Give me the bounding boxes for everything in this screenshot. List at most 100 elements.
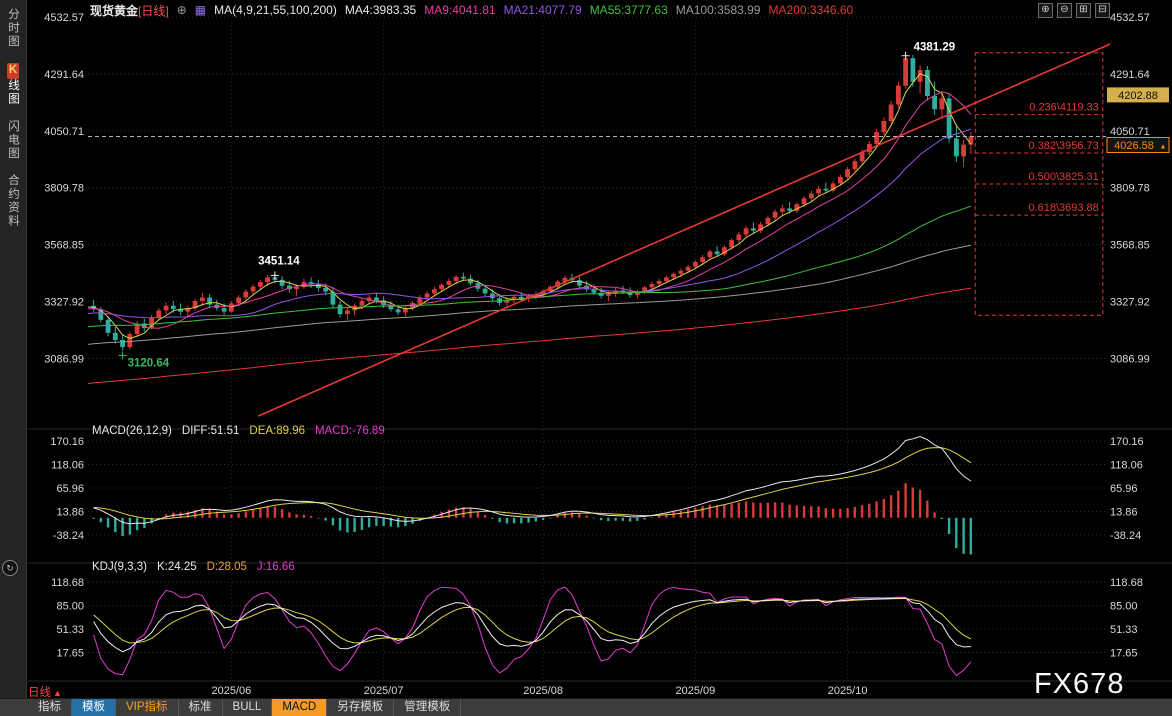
axis-label: 51.33 — [56, 624, 84, 636]
attach-icon[interactable]: ⊕ — [177, 3, 187, 17]
period-tag[interactable]: [日线] — [138, 2, 169, 19]
ma200-line — [88, 287, 971, 385]
sidebar-item-kline-chart[interactable]: K线图 — [5, 62, 21, 106]
tab-manage-template[interactable]: 管理模板 — [394, 699, 462, 716]
axis-label: 4291.64 — [44, 69, 84, 81]
x-axis-label: 2025/07 — [364, 685, 404, 697]
gold-badge-label: 4202.88 — [1118, 90, 1158, 102]
macd-legend: MACD(26,12,9) DIFF:51.51 DEA:89.96 MACD:-76… — [92, 425, 385, 437]
zoom-out-icon[interactable]: ⊖ — [1057, 3, 1072, 18]
tab-templates[interactable]: 模板 — [72, 699, 116, 716]
x-axis-label: 2025/08 — [523, 685, 563, 697]
candlesticks-layer — [91, 52, 974, 351]
fib-label: 0.236\4119.33 — [1029, 102, 1099, 114]
macd-legend-item-0: MACD(26,12,9) — [92, 425, 172, 437]
tab-save-template[interactable]: 另存模板 — [327, 699, 395, 716]
gridlines — [28, 16, 1172, 682]
axis-label: 4532.57 — [1110, 12, 1150, 24]
macd-legend-item-3: MACD:-76.89 — [315, 425, 385, 437]
ma100-line — [88, 244, 972, 345]
x-axis-label: 2025/06 — [212, 685, 252, 697]
up-arrow-icon: ▲ — [1160, 144, 1167, 151]
kdj-panel — [93, 586, 972, 677]
axis-label: 4050.71 — [44, 126, 84, 138]
tab-standard[interactable]: 标准 — [179, 699, 223, 716]
axis-label: 65.96 — [1110, 483, 1138, 495]
tab-indicators[interactable]: 指标 — [28, 699, 72, 716]
last-price-label: 4026.58 — [1114, 140, 1154, 152]
fib-label: 0.382\3956.73 — [1028, 140, 1098, 152]
ma-value-0: MA4:3983.35 — [344, 3, 417, 17]
kdj-legend-item-2: D:28.05 — [206, 561, 247, 573]
axis-label: 3327.92 — [44, 297, 84, 309]
ma9-line — [88, 91, 972, 329]
swing-low-label: 3120.64 — [128, 358, 170, 370]
axis-label: 65.96 — [56, 483, 84, 495]
axis-label: 85.00 — [1110, 601, 1138, 613]
axis-label: 3327.92 — [1110, 297, 1150, 309]
chart-header: 现货黄金 [日线] ⊕ ▦ MA(4,9,21,55,100,200) MA4:… — [90, 1, 853, 19]
axis-label: 51.33 — [1110, 624, 1138, 636]
axis-label: 118.06 — [51, 460, 84, 472]
macd-legend-item-1: DIFF:51.51 — [181, 425, 240, 437]
axis-label: 170.16 — [50, 436, 84, 448]
axis-label: 3568.85 — [1110, 240, 1150, 252]
axis-label: 3086.99 — [44, 353, 84, 365]
axis-label: 85.00 — [56, 601, 84, 613]
dea-line — [93, 447, 972, 520]
tab-macd[interactable]: MACD — [272, 699, 328, 716]
kdj-legend: KDJ(9,3,3) K:24.25 D:28.05 J:16.66 — [92, 561, 295, 573]
axis-label: -38.24 — [53, 530, 84, 542]
trendline — [257, 43, 1111, 417]
axis-label: 118.68 — [1110, 577, 1143, 589]
ma4-line — [88, 73, 972, 340]
axis-label: 4050.71 — [1110, 126, 1150, 138]
axis-label: 13.86 — [56, 507, 84, 519]
axis-label: 3568.85 — [44, 240, 84, 252]
tab-bull[interactable]: BULL — [223, 699, 273, 716]
ma-legend: MA4:3983.35 MA9:4041.81 MA21:4077.79 MA55:3… — [345, 3, 853, 17]
grid-layout-icon[interactable]: ⊞ — [1076, 3, 1091, 18]
main-panel — [88, 43, 1111, 417]
indicator-icon[interactable]: ▦ — [195, 3, 206, 17]
axis-label: 3809.78 — [44, 183, 84, 195]
x-axis-label: 2025/09 — [676, 685, 716, 697]
axis-label: -38.24 — [1110, 530, 1141, 542]
ma-value-4: MA100:3583.99 — [675, 3, 761, 17]
window-controls: ⊕ ⊖ ⊞ ⊟ — [1038, 3, 1110, 18]
zoom-in-icon[interactable]: ⊕ — [1038, 3, 1053, 18]
peak-price-label: 4381.29 — [914, 42, 956, 54]
sidebar-item-flash-chart[interactable]: 闪电图 — [5, 120, 21, 161]
axis-label: 13.86 — [1110, 507, 1138, 519]
axis-label: 4532.57 — [44, 12, 84, 24]
x-axis-label: 2025/10 — [828, 685, 868, 697]
ma-value-5: MA200:3346.60 — [768, 3, 854, 17]
fib-label: 0.500\3825.31 — [1028, 171, 1098, 183]
sidebar-item-time-chart[interactable]: 分时图 — [5, 8, 21, 49]
watermark: FX678 — [1034, 668, 1125, 700]
ma-group-label: MA(4,9,21,55,100,200) — [214, 3, 337, 17]
tab-vip-indicators[interactable]: VIP指标 — [116, 699, 179, 716]
ma-value-3: MA55:3777.63 — [589, 3, 668, 17]
symbol-name: 现货黄金 — [90, 3, 139, 18]
collapse-icon[interactable]: ⊟ — [1095, 3, 1110, 18]
labels-layer: 4532.57 4532.57 4291.64 4291.64 4050.71 4050.… — [44, 12, 1170, 697]
caret-up-icon: ▲ — [53, 688, 62, 698]
trading-terminal: 4532.57 4532.57 4291.64 4291.64 4050.71 4050.… — [0, 0, 1172, 716]
axis-label: 17.65 — [56, 648, 84, 660]
refresh-icon[interactable]: ↻ — [2, 560, 18, 576]
price-chart-canvas[interactable]: 4532.57 4532.57 4291.64 4291.64 4050.71 4050.… — [0, 0, 1172, 716]
axis-label: 118.06 — [1110, 460, 1143, 472]
axis-label: 170.16 — [1110, 436, 1144, 448]
symbol-title: 现货黄金 [日线] — [90, 2, 169, 19]
axis-label: 17.65 — [1110, 648, 1138, 660]
ma-value-1: MA9:4041.81 — [424, 3, 496, 17]
moving-averages-layer — [88, 73, 972, 385]
axis-label: 118.68 — [51, 577, 84, 589]
bottom-tab-bar: 指标 模板 VIP指标 标准 BULL MACD 另存模板 管理模板 — [0, 698, 1172, 716]
ma21-line — [88, 128, 972, 319]
sidebar: 分时图 K线图闪电图合约资料 — [0, 0, 27, 698]
kdj-legend-item-1: K:24.25 — [156, 561, 197, 573]
sidebar-item-contract-info[interactable]: 合约资料 — [5, 174, 21, 228]
axis-label: 3809.78 — [1110, 183, 1150, 195]
